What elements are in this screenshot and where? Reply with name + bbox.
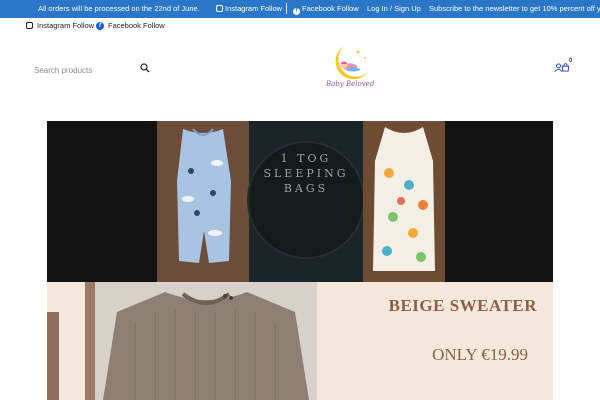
announcement-bar: All orders will be processed on the 22nd… xyxy=(0,0,600,18)
tog-line: 1 TOG xyxy=(280,152,332,165)
search-form xyxy=(34,60,152,79)
cart-icon[interactable] xyxy=(561,63,570,72)
facebook-icon: f xyxy=(293,8,300,15)
beige-sweater-image xyxy=(103,292,309,400)
sweater-photo xyxy=(95,282,317,400)
tog-line: SLEEPING xyxy=(263,167,349,180)
patterned-sleeping-bag-photo xyxy=(363,121,445,282)
brown-accent-strip xyxy=(85,282,95,400)
facebook-follow-link[interactable]: f Facebook Follow xyxy=(96,21,165,30)
topbar-instagram-link[interactable]: Instagram Follow xyxy=(216,4,282,13)
social-row: Instagram Follow f Facebook Follow xyxy=(0,18,600,34)
search-icon[interactable] xyxy=(140,63,150,73)
topbar-facebook-link[interactable]: f Facebook Follow xyxy=(293,4,359,15)
facebook-icon: f xyxy=(96,21,104,30)
cart-count-badge: 0 xyxy=(569,58,573,64)
order-notice: All orders will be processed on the 22nd… xyxy=(38,4,200,13)
tog-heading: 1 TOG SLEEPING BAGS xyxy=(249,151,363,196)
patterned-sleeping-bag-image xyxy=(373,127,435,271)
topbar-divider xyxy=(286,3,287,14)
instagram-icon xyxy=(26,22,33,29)
brown-accent-strip xyxy=(47,312,59,400)
instagram-icon xyxy=(216,5,223,12)
logo-text: Baby Beloved xyxy=(326,80,375,88)
sweater-title: BEIGE SWEATER xyxy=(388,296,537,315)
tog-line: BAGS xyxy=(283,182,329,195)
newsletter-link[interactable]: Subscribe to the newsletter to get 10% p… xyxy=(429,4,600,13)
tog-sleeping-bags-banner[interactable]: 1 TOG SLEEPING BAGS xyxy=(47,121,553,282)
blue-sleeping-bag-photo xyxy=(157,121,249,282)
sweater-price: ONLY €19.99 xyxy=(432,345,528,364)
search-input[interactable] xyxy=(34,62,134,79)
login-signup-link[interactable]: Log In / Sign Up xyxy=(367,4,421,13)
instagram-follow-link[interactable]: Instagram Follow xyxy=(26,21,94,30)
beige-sweater-banner[interactable]: BEIGE SWEATER ONLY €19.99 xyxy=(47,282,553,400)
blue-sleeping-bag-image xyxy=(177,128,231,263)
